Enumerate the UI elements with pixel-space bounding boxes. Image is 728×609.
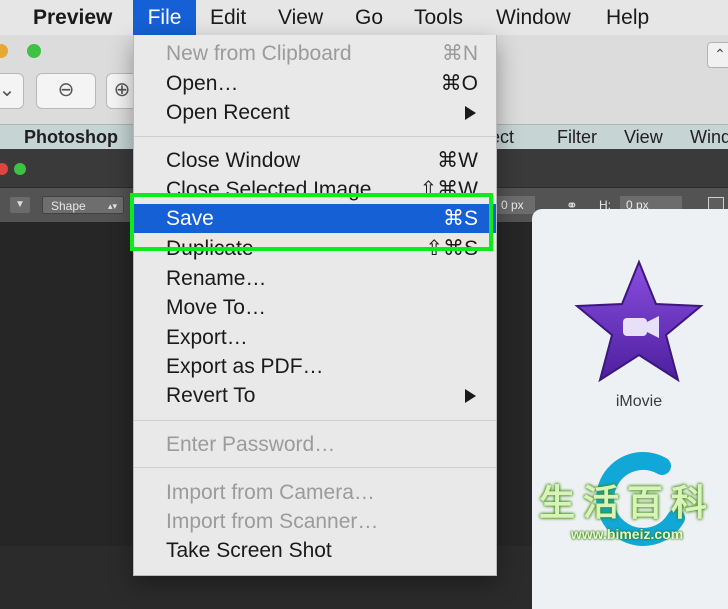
menu-item-new-from-clipboard[interactable]: New from Clipboard ⌘N — [134, 39, 496, 68]
toolbar-toggle-icon[interactable]: ⌃ — [707, 42, 728, 68]
select-arrows-icon: ▴▾ — [107, 201, 117, 211]
menu-item-close-window[interactable]: Close Window ⌘W — [134, 146, 496, 175]
imovie-icon[interactable] — [573, 258, 705, 390]
chevron-down-icon[interactable]: ⌄ — [0, 73, 24, 109]
menu-item-open-recent[interactable]: Open Recent — [134, 98, 496, 127]
menu-go[interactable]: Go — [355, 0, 383, 35]
menu-item-open[interactable]: Open… ⌘O — [134, 69, 496, 98]
ps-menu-app[interactable]: Photoshop — [24, 125, 118, 149]
menu-tools[interactable]: Tools — [414, 0, 463, 35]
submenu-arrow-icon — [465, 389, 476, 403]
menu-item-export[interactable]: Export… — [134, 323, 496, 352]
zoom-out-icon[interactable]: ⊖ — [36, 73, 96, 109]
menu-item-revert-to[interactable]: Revert To — [134, 381, 496, 410]
menu-file[interactable]: File — [133, 0, 196, 35]
watermark: 生活百科 www.bimeiz.com — [526, 484, 728, 546]
menu-item-take-screenshot[interactable]: Take Screen Shot — [134, 536, 496, 565]
watermark-url: www.bimeiz.com — [570, 526, 684, 542]
ps-close-button[interactable] — [0, 163, 8, 175]
highlight-annotation-box — [130, 193, 493, 251]
menu-item-rename[interactable]: Rename… — [134, 264, 496, 293]
shape-mode-label: Shape — [51, 199, 86, 213]
menu-item-enter-password[interactable]: Enter Password… — [134, 430, 496, 459]
menu-app-preview[interactable]: Preview — [33, 0, 112, 35]
ps-zoom-button[interactable] — [14, 163, 26, 175]
shape-mode-select[interactable]: Shape ▴▾ — [42, 196, 124, 214]
ps-menu-window[interactable]: Wind — [690, 125, 728, 149]
menu-bar: Preview File Edit View Go Tools Window H… — [0, 0, 728, 36]
menu-item-move-to[interactable]: Move To… — [134, 293, 496, 322]
width-field[interactable]: 0 px — [495, 196, 535, 214]
minimize-button[interactable] — [0, 44, 8, 58]
menu-item-export-pdf[interactable]: Export as PDF… — [134, 352, 496, 381]
watermark-text: 生活百科 — [538, 483, 715, 524]
menu-view[interactable]: View — [278, 0, 323, 35]
zoom-button[interactable] — [27, 44, 41, 58]
menu-separator — [134, 467, 496, 468]
menu-item-import-camera[interactable]: Import from Camera… — [134, 478, 496, 507]
ps-menu-filter[interactable]: Filter — [557, 125, 597, 149]
menu-edit[interactable]: Edit — [210, 0, 246, 35]
menu-separator — [134, 136, 496, 137]
menu-separator — [134, 420, 496, 421]
menu-help[interactable]: Help — [606, 0, 649, 35]
menu-window[interactable]: Window — [496, 0, 571, 35]
file-menu-dropdown: New from Clipboard ⌘N Open… ⌘O Open Rece… — [133, 35, 497, 576]
menu-item-import-scanner[interactable]: Import from Scanner… — [134, 507, 496, 536]
ps-menu-view[interactable]: View — [624, 125, 663, 149]
imovie-label: iMovie — [615, 393, 663, 410]
tool-preset-arrow-icon[interactable]: ▼ — [10, 197, 30, 213]
submenu-arrow-icon — [465, 106, 476, 120]
